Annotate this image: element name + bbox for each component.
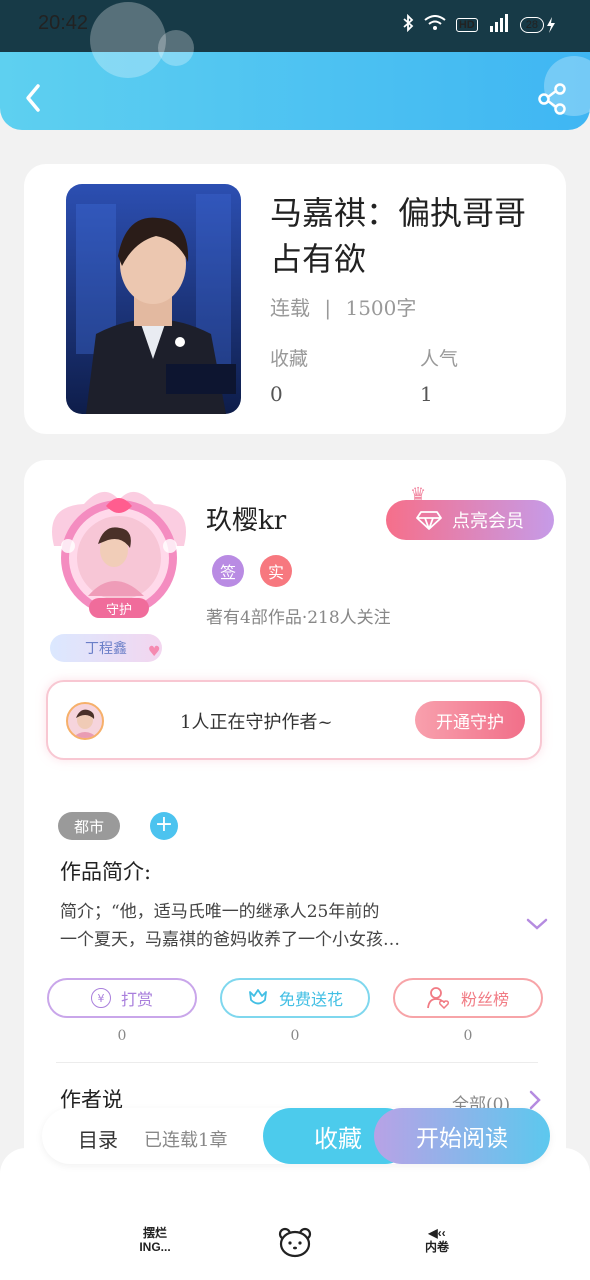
toc-status[interactable]: 已连载1章: [144, 1126, 227, 1152]
decor-bubble: [90, 2, 166, 78]
guard-text: 1人正在守护作者~: [180, 712, 333, 733]
badge-sign: 签: [212, 555, 244, 587]
nav-item-slack[interactable]: 摆烂 ING...: [130, 1226, 180, 1254]
open-guard-button[interactable]: 开通守护: [415, 701, 525, 739]
decor-bubble: [158, 30, 194, 66]
intro-text: 简介；“他，适马氏唯一的继承人25年前的 一个夏天，马嘉祺的爸妈收养了一个小女孩…: [60, 902, 400, 950]
vip-button[interactable]: 点亮会员: [386, 500, 554, 540]
bear-icon: [278, 1227, 312, 1258]
flower-count: 0: [290, 1028, 300, 1044]
book-word-count: 1500字: [345, 296, 417, 320]
send-flower-label: 免费送花: [278, 990, 343, 1009]
share-button[interactable]: [536, 82, 570, 116]
rewind-icon: ◀‹‹: [428, 1226, 446, 1240]
intro-title: 作品简介:: [60, 860, 152, 884]
tip-button[interactable]: ¥ 打赏: [47, 978, 197, 1018]
popularity-value: 1: [420, 382, 433, 406]
add-tag-button[interactable]: +: [150, 812, 178, 840]
nav-item-slack-line1: 摆烂: [142, 1226, 167, 1240]
book-cover[interactable]: [66, 184, 241, 414]
back-button[interactable]: [20, 80, 50, 116]
status-icons: HD 28: [402, 13, 556, 35]
favorites-value: 0: [270, 382, 283, 406]
author-name[interactable]: 玖樱kr: [206, 500, 286, 537]
expand-intro-button[interactable]: [526, 912, 548, 936]
nav-item-grind[interactable]: ◀‹‹ 内卷: [412, 1226, 462, 1254]
battery-level: 28: [519, 16, 544, 33]
wifi-icon: [424, 15, 446, 34]
badge-real: 实: [260, 555, 292, 587]
heart-icon: ♥: [148, 644, 161, 660]
battery-icon: 28: [519, 16, 556, 33]
chevron-left-icon: [26, 84, 40, 112]
book-status: 连载: [270, 296, 310, 320]
user-heart-icon: [427, 987, 449, 1009]
cover-image: [66, 184, 241, 414]
yen-icon: ¥: [90, 988, 111, 1008]
hd-icon: HD: [455, 17, 478, 32]
divider: [56, 1062, 538, 1063]
guard-name-tag: 丁程鑫: [50, 634, 162, 662]
send-flower-button[interactable]: 免费送花: [220, 978, 370, 1018]
guard-frame-label: 守护: [105, 603, 132, 618]
plus-icon: +: [154, 812, 174, 837]
popularity-label: 人气: [420, 348, 459, 370]
bluetooth-icon: [402, 13, 414, 35]
tip-count: 0: [117, 1028, 127, 1044]
fan-ranking-label: 粉丝榜: [460, 990, 509, 1009]
status-time: 20:42: [38, 12, 89, 34]
genre-tag[interactable]: 都市: [58, 812, 120, 840]
nav-item-home[interactable]: [278, 1226, 312, 1258]
nav-item-slack-line2: ING...: [139, 1240, 171, 1254]
favorites-label: 收藏: [270, 348, 309, 370]
header-bar: [0, 52, 590, 130]
chevron-down-icon: [526, 918, 548, 930]
book-meta: 连载 | 1500字: [270, 292, 416, 321]
author-info: 著有4部作品·218人关注: [206, 608, 391, 628]
fan-count: 0: [463, 1028, 473, 1044]
signal-icon: [488, 14, 510, 35]
tip-label: 打赏: [120, 990, 153, 1009]
flower-icon: [249, 989, 267, 1005]
book-title: 马嘉祺：偏执哥哥占有欲: [270, 194, 527, 278]
start-reading-button[interactable]: 开始阅读: [374, 1108, 550, 1164]
share-icon: [538, 83, 566, 115]
fan-ranking-button[interactable]: 粉丝榜: [393, 978, 543, 1018]
guardian-avatar: [66, 702, 104, 740]
nav-item-grind-label: 内卷: [424, 1240, 449, 1254]
vip-button-label: 点亮会员: [452, 511, 524, 532]
bottom-nav: [0, 1148, 590, 1280]
toc-button[interactable]: 目录: [78, 1124, 118, 1153]
meta-divider: |: [324, 296, 332, 320]
diamond-icon: [416, 511, 442, 530]
